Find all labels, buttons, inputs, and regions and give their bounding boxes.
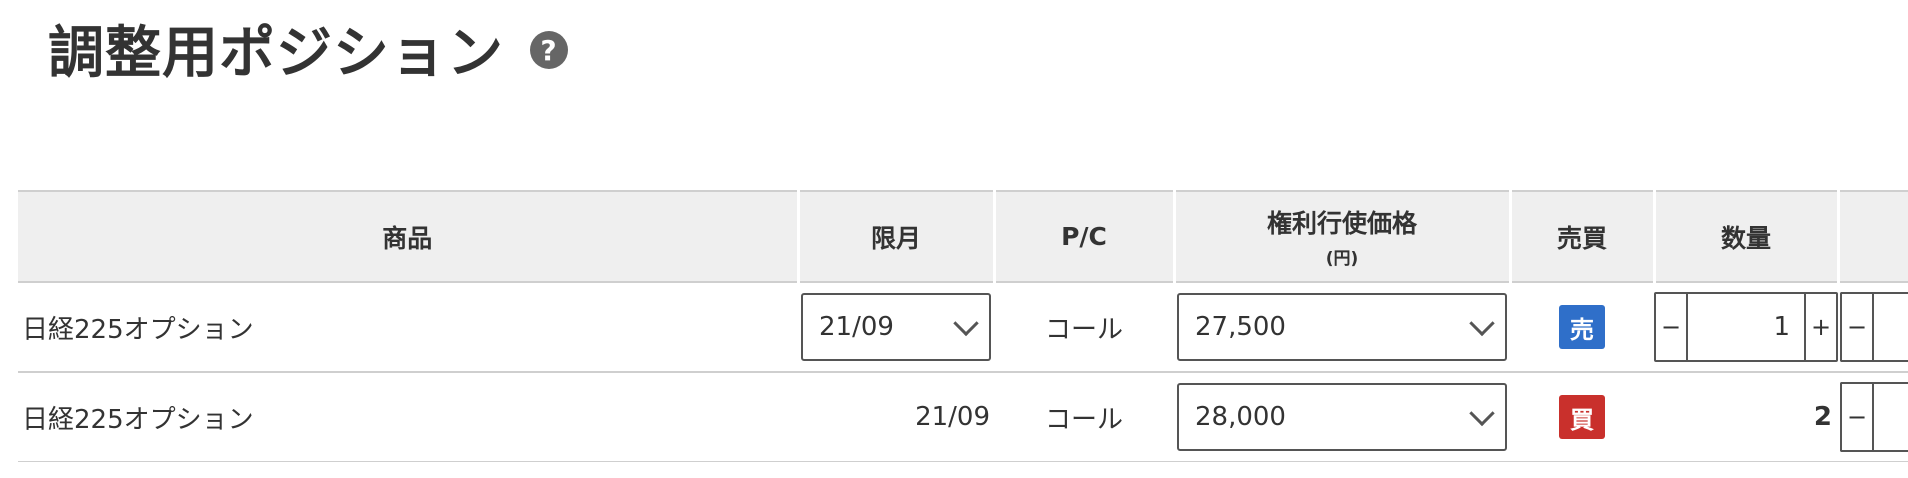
buy-badge: 買 (1559, 395, 1605, 439)
sell-badge: 売 (1559, 305, 1605, 349)
month-cell: 21/09 (798, 282, 994, 373)
col-header-strike: 権利行使価格 (円) (1174, 190, 1512, 283)
col-header-product: 商品 (18, 190, 800, 283)
increment-button[interactable]: + (1806, 294, 1836, 360)
qty-cell: − 1 + (1654, 282, 1838, 373)
strike-select-value: 27,500 (1195, 312, 1286, 342)
secondary-stepper[interactable]: − (1840, 382, 1908, 452)
month-select[interactable]: 21/09 (801, 293, 991, 361)
table-header-row: 商品 限月 P/C 権利行使価格 (円) 売買 数量 (18, 190, 1908, 283)
strike-select-value: 28,000 (1195, 402, 1286, 432)
strike-cell: 28,000 (1174, 372, 1510, 462)
table-row: 日経225オプション 21/09 コール 28,000 買 2 − (18, 372, 1908, 462)
col-header-pc: P/C (994, 190, 1176, 283)
page-title-text: 調整用ポジション (48, 20, 504, 86)
secondary-value[interactable] (1874, 384, 1908, 450)
chevron-down-icon (1469, 400, 1495, 427)
chevron-down-icon (1469, 310, 1495, 337)
strike-cell: 27,500 (1174, 282, 1510, 373)
side-cell: 買 (1510, 372, 1654, 462)
col-header-month: 限月 (798, 190, 996, 283)
quantity-value: 2 (1654, 372, 1838, 462)
secondary-stepper[interactable]: − (1840, 292, 1908, 362)
col-header-side: 売買 (1510, 190, 1656, 283)
quantity-value[interactable]: 1 (1686, 294, 1806, 360)
col-header-strike-label: 権利行使価格 (1266, 209, 1417, 238)
help-icon[interactable]: ? (530, 31, 568, 69)
pc-cell: コール (994, 372, 1174, 462)
col-header-extra (1838, 190, 1908, 283)
product-cell: 日経225オプション (18, 372, 798, 462)
strike-select[interactable]: 27,500 (1177, 293, 1507, 361)
col-header-strike-unit: (円) (1325, 249, 1359, 269)
page-title: 調整用ポジション ? (48, 8, 568, 88)
side-cell: 売 (1510, 282, 1654, 373)
adjustment-positions-table: 商品 限月 P/C 権利行使価格 (円) 売買 数量 日経225オプション 21… (18, 190, 1908, 462)
adjustment-positions-table-wrap: 商品 限月 P/C 権利行使価格 (円) 売買 数量 日経225オプション 21… (18, 190, 1908, 462)
decrement-button[interactable]: − (1842, 384, 1874, 450)
pc-cell: コール (994, 282, 1174, 373)
decrement-button[interactable]: − (1842, 294, 1874, 360)
strike-select[interactable]: 28,000 (1177, 383, 1507, 451)
extra-cell: − (1838, 372, 1908, 462)
month-cell: 21/09 (798, 372, 994, 462)
chevron-down-icon (953, 310, 979, 337)
col-header-qty: 数量 (1654, 190, 1840, 283)
extra-cell: − (1838, 282, 1908, 373)
quantity-stepper[interactable]: − 1 + (1654, 292, 1838, 362)
month-select-value: 21/09 (819, 312, 894, 342)
product-cell: 日経225オプション (18, 282, 798, 373)
secondary-value[interactable] (1874, 294, 1908, 360)
table-row: 日経225オプション 21/09 コール 27,500 売 − 1 + − (18, 282, 1908, 373)
decrement-button[interactable]: − (1656, 294, 1686, 360)
